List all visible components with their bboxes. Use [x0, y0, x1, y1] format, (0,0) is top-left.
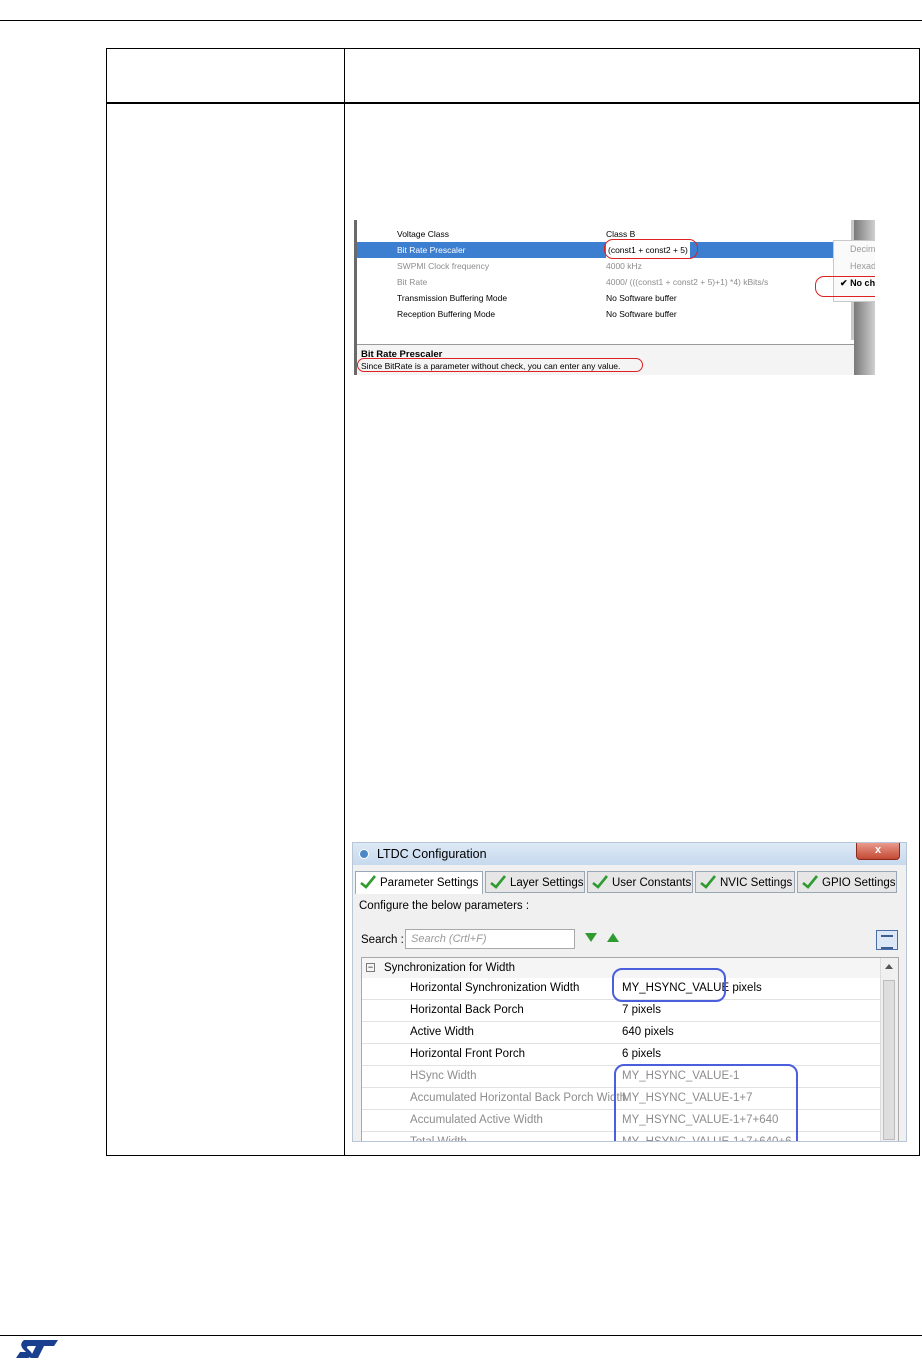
- param-label: Bit Rate Prescaler: [397, 245, 466, 255]
- param-row[interactable]: Horizontal Back Porch 7 pixels: [362, 1000, 882, 1022]
- highlight-oval: [604, 239, 698, 259]
- param-row[interactable]: Reception Buffering Mode No Software buf…: [357, 306, 851, 322]
- top-rule: [0, 20, 922, 21]
- param-label: Accumulated Active Width: [410, 1114, 543, 1126]
- check-icon: [490, 875, 506, 889]
- tab-layer-settings[interactable]: Layer Settings: [485, 871, 585, 893]
- window-title: LTDC Configuration: [377, 847, 487, 861]
- arrow-up-icon[interactable]: [607, 933, 619, 942]
- tab-label: Parameter Settings: [380, 877, 479, 889]
- tab-bar: Parameter Settings Layer Settings User C…: [355, 871, 905, 894]
- ltdc-configuration-window: LTDC Configuration x Parameter Settings …: [352, 842, 907, 1142]
- param-value: 4000/ (((const1 + const2 + 5)+1) *4) kBi…: [606, 277, 769, 287]
- table-column-divider: [344, 49, 345, 1155]
- configure-instructions: Configure the below parameters :: [359, 900, 530, 912]
- menu-item-decimal[interactable]: Decimal: [834, 241, 875, 258]
- param-value: No Software buffer: [606, 293, 677, 303]
- param-label: Reception Buffering Mode: [397, 309, 496, 319]
- param-label: Total Width: [410, 1136, 467, 1142]
- collapse-icon[interactable]: −: [366, 963, 375, 972]
- param-value[interactable]: 640 pixels: [622, 1022, 674, 1043]
- param-label: Horizontal Synchronization Width: [410, 982, 580, 994]
- search-label: Search :: [361, 934, 404, 946]
- tab-nvic-settings[interactable]: NVIC Settings: [695, 871, 795, 893]
- check-icon: [700, 875, 716, 889]
- tab-label: GPIO Settings: [822, 877, 896, 889]
- param-label: HSync Width: [410, 1070, 477, 1082]
- scroll-up-icon[interactable]: [885, 964, 893, 969]
- tab-label: User Constants: [612, 877, 692, 889]
- param-row[interactable]: Horizontal Front Porch 6 pixels: [362, 1044, 882, 1066]
- parameter-list: − Synchronization for Width Horizontal S…: [361, 957, 899, 1142]
- param-label: Transmission Buffering Mode: [397, 293, 508, 303]
- param-row[interactable]: SWPMI Clock frequency 4000 kHz: [357, 258, 851, 274]
- highlight-oval: [357, 358, 643, 372]
- search-input[interactable]: Search (Crtl+F): [405, 929, 575, 949]
- param-label: Horizontal Back Porch: [410, 1004, 524, 1016]
- param-value: No Software buffer: [606, 309, 677, 319]
- st-logo: [16, 1340, 58, 1358]
- tab-gpio-settings[interactable]: GPIO Settings: [797, 871, 897, 893]
- param-label: Horizontal Front Porch: [410, 1048, 526, 1060]
- param-row[interactable]: Bit Rate 4000/ (((const1 + const2 + 5)+1…: [357, 274, 851, 290]
- highlight-oval: [614, 1064, 798, 1141]
- window-icon: [359, 849, 369, 859]
- param-value[interactable]: 7 pixels: [622, 1000, 661, 1021]
- param-value[interactable]: 6 pixels: [622, 1044, 661, 1065]
- param-label: Accumulated Horizontal Back Porch Width: [410, 1092, 627, 1104]
- param-row[interactable]: Active Width 640 pixels: [362, 1022, 882, 1044]
- tab-parameter-settings[interactable]: Parameter Settings: [355, 871, 483, 894]
- param-label: Active Width: [410, 1026, 474, 1038]
- param-row[interactable]: Voltage Class Class B: [357, 226, 851, 242]
- list-view-icon[interactable]: [876, 930, 898, 950]
- tab-label: Layer Settings: [510, 877, 584, 889]
- check-icon: [592, 875, 608, 889]
- param-label: Voltage Class: [397, 229, 449, 239]
- swpmi-parameter-screenshot: Voltage Class Class B Bit Rate Prescaler…: [354, 220, 875, 375]
- group-label: Synchronization for Width: [384, 962, 516, 974]
- highlight-oval: [815, 276, 875, 297]
- scroll-thumb[interactable]: [883, 980, 895, 1140]
- param-label: SWPMI Clock frequency: [397, 261, 490, 271]
- close-button[interactable]: x: [856, 843, 900, 860]
- check-icon: [802, 875, 818, 889]
- table-header-divider: [107, 102, 919, 104]
- check-icon: [360, 875, 376, 889]
- menu-item-hexadecimal[interactable]: Hexadecimal: [834, 258, 875, 275]
- tab-label: NVIC Settings: [720, 877, 793, 889]
- param-row[interactable]: Transmission Buffering Mode No Software …: [357, 290, 851, 306]
- highlight-oval: [612, 968, 726, 1002]
- vertical-scrollbar[interactable]: [880, 958, 898, 1141]
- tab-user-constants[interactable]: User Constants: [587, 871, 693, 893]
- param-label: Bit Rate: [397, 277, 428, 287]
- title-bar: LTDC Configuration x: [353, 843, 906, 865]
- bottom-rule: [0, 1335, 922, 1336]
- arrow-down-icon[interactable]: [585, 933, 597, 942]
- param-value: 4000 kHz: [606, 261, 642, 271]
